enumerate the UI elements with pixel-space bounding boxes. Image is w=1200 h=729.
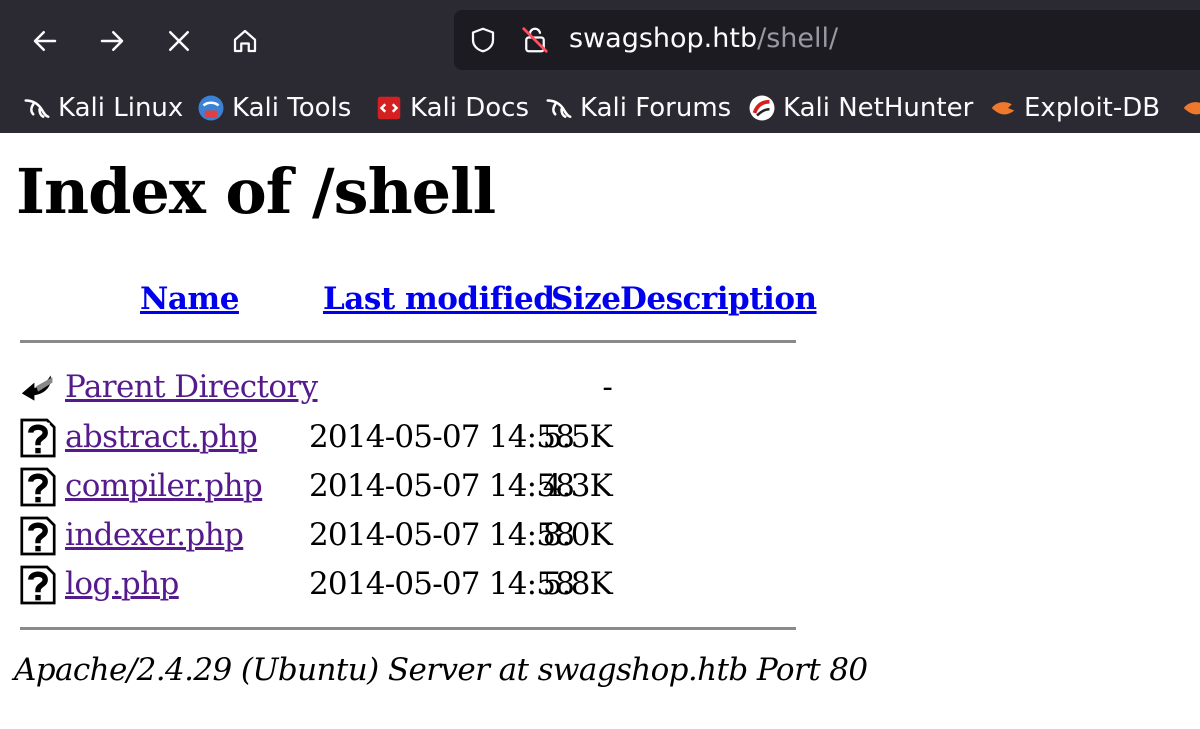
url-text[interactable]: swagshop.htb/shell/ bbox=[569, 23, 838, 54]
file-size: 5.8K bbox=[542, 566, 613, 602]
close-icon bbox=[169, 31, 189, 51]
bookmark-kali-docs[interactable]: Kali Docs bbox=[374, 88, 529, 128]
bookmark-kali-tools[interactable]: Kali Tools bbox=[196, 88, 351, 128]
exploit-db-icon bbox=[988, 93, 1018, 123]
back-button[interactable] bbox=[25, 21, 65, 61]
bookmark-overflow[interactable] bbox=[1180, 88, 1200, 128]
bookmark-label: Kali Linux bbox=[58, 93, 184, 123]
file-size: - bbox=[602, 369, 612, 405]
file-date: 2014-05-07 14:58 bbox=[309, 517, 575, 553]
bookmark-kali-forums[interactable]: Kali Forums bbox=[544, 88, 731, 128]
url-path: /shell/ bbox=[757, 23, 839, 54]
nethunter-icon bbox=[747, 93, 777, 123]
table-row: log.php 2014-05-07 14:58 5.8K bbox=[0, 562, 800, 608]
divider bbox=[20, 627, 796, 630]
file-link[interactable]: Parent Directory bbox=[65, 369, 318, 405]
navigation-toolbar: swagshop.htb/shell/ bbox=[0, 0, 1200, 82]
divider bbox=[20, 340, 796, 343]
unknown-file-icon bbox=[20, 467, 56, 507]
column-header-description[interactable]: Description bbox=[620, 281, 817, 317]
file-size: 5.5K bbox=[542, 419, 613, 455]
kali-docs-icon bbox=[374, 93, 404, 123]
bookmark-label: Exploit-DB bbox=[1024, 93, 1161, 123]
home-button[interactable] bbox=[225, 21, 265, 61]
bookmark-label: Kali Docs bbox=[410, 93, 530, 123]
file-date: 2014-05-07 14:58 bbox=[309, 468, 575, 504]
file-date: 2014-05-07 14:58 bbox=[309, 566, 575, 602]
column-header-name[interactable]: Name bbox=[140, 281, 239, 317]
shield-icon[interactable] bbox=[468, 25, 498, 55]
insecure-lock-icon[interactable] bbox=[520, 25, 550, 55]
file-link[interactable]: abstract.php bbox=[65, 419, 258, 455]
table-row: abstract.php 2014-05-07 14:58 5.5K bbox=[0, 415, 800, 461]
unknown-file-icon bbox=[20, 418, 56, 458]
forward-button[interactable] bbox=[92, 21, 132, 61]
kali-dragon-icon bbox=[22, 93, 52, 123]
browser-chrome: swagshop.htb/shell/ Kali Linux Kali Tool… bbox=[0, 0, 1200, 133]
home-icon bbox=[233, 29, 257, 53]
bookmark-label: Kali NetHunter bbox=[783, 93, 974, 123]
bookmark-kali-nethunter[interactable]: Kali NetHunter bbox=[747, 88, 973, 128]
file-size: 4.3K bbox=[542, 468, 613, 504]
column-header-last-modified[interactable]: Last modified bbox=[323, 281, 555, 317]
file-link[interactable]: log.php bbox=[65, 566, 179, 602]
file-link[interactable]: compiler.php bbox=[65, 468, 263, 504]
back-arrow-icon bbox=[21, 375, 53, 401]
page-title: Index of /shell bbox=[16, 155, 496, 228]
table-row: indexer.php 2014-05-07 14:58 8.0K bbox=[0, 513, 800, 559]
file-date: 2014-05-07 14:58 bbox=[309, 419, 575, 455]
stop-button[interactable] bbox=[159, 21, 199, 61]
server-signature: Apache/2.4.29 (Ubuntu) Server at swagsho… bbox=[14, 652, 868, 688]
address-bar[interactable]: swagshop.htb/shell/ bbox=[454, 10, 1200, 70]
bookmarks-toolbar: Kali Linux Kali Tools Kali Docs Kali For… bbox=[0, 82, 1200, 133]
column-header-size[interactable]: Size bbox=[551, 281, 621, 317]
kali-dragon-icon bbox=[544, 93, 574, 123]
exploit-db-icon bbox=[1180, 93, 1200, 123]
table-row: Parent Directory - bbox=[0, 365, 800, 411]
bookmark-label: Kali Forums bbox=[580, 93, 732, 123]
bookmark-label: Kali Tools bbox=[232, 93, 352, 123]
file-link[interactable]: indexer.php bbox=[65, 517, 244, 553]
arrow-left-icon bbox=[33, 31, 57, 51]
bookmark-kali-linux[interactable]: Kali Linux bbox=[22, 88, 183, 128]
bookmark-exploit-db[interactable]: Exploit-DB bbox=[988, 88, 1160, 128]
unknown-file-icon bbox=[20, 565, 56, 605]
kali-tools-icon bbox=[196, 93, 226, 123]
table-row: compiler.php 2014-05-07 14:58 4.3K bbox=[0, 464, 800, 510]
file-size: 8.0K bbox=[542, 517, 613, 553]
url-host: swagshop.htb bbox=[569, 23, 758, 54]
unknown-file-icon bbox=[20, 516, 56, 556]
arrow-right-icon bbox=[100, 31, 124, 51]
page-content: Index of /shell Name Last modified Size … bbox=[0, 133, 1200, 729]
